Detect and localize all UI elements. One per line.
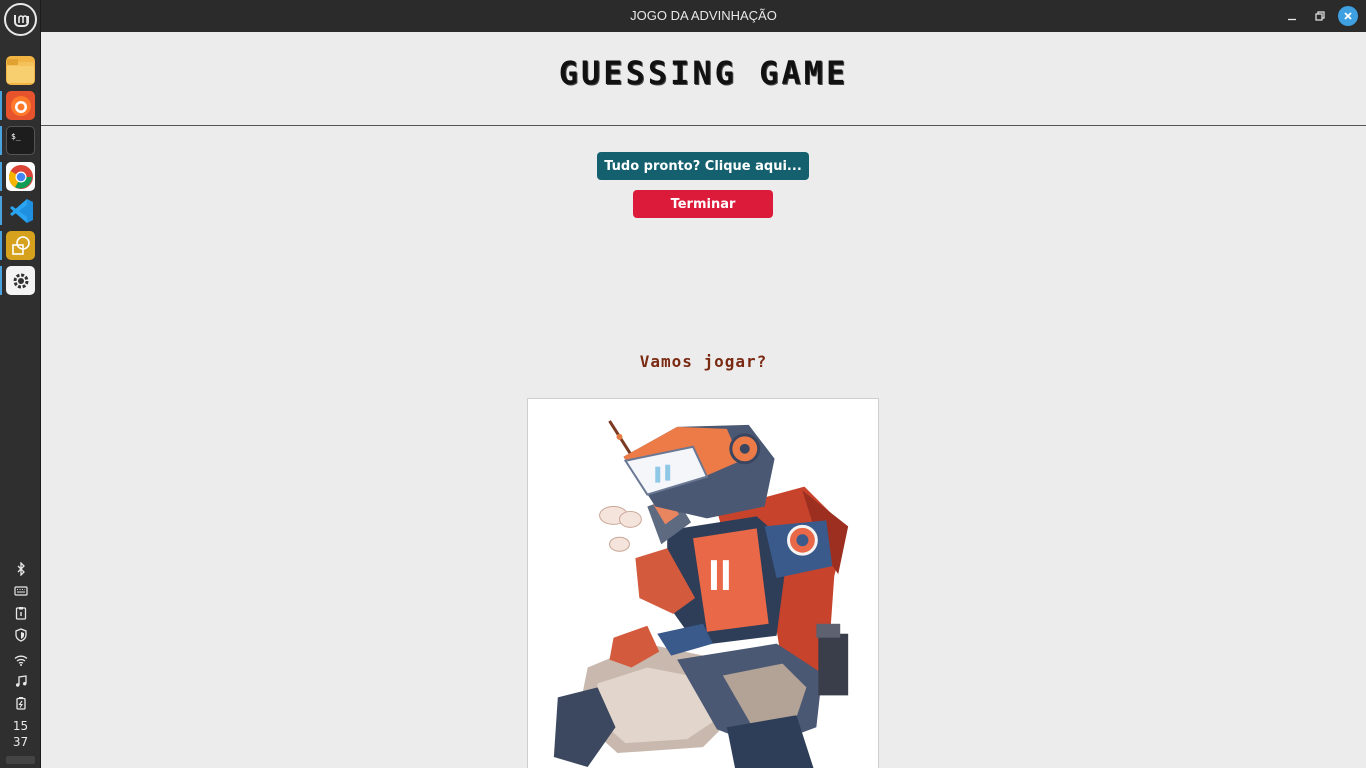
keyboard-icon[interactable] [0, 582, 41, 600]
svg-text:$_: $_ [11, 132, 21, 141]
minimize-button[interactable] [1282, 6, 1302, 26]
mint-menu-icon[interactable] [4, 3, 37, 36]
clock-hour: 15 [12, 719, 29, 733]
clipboard-icon[interactable] [0, 604, 41, 622]
wifi-icon[interactable] [0, 651, 41, 669]
window-titlebar[interactable]: JOGO DA ADVINHAÇÃO [41, 0, 1366, 32]
files-icon[interactable] [6, 56, 35, 85]
terminal-icon[interactable]: $_ [6, 126, 35, 155]
side-panel: $_ 15 37 [0, 0, 41, 768]
close-icon [1344, 12, 1352, 20]
close-button[interactable] [1338, 6, 1358, 26]
end-button[interactable]: Terminar [633, 190, 773, 218]
game-prompt: Vamos jogar? [639, 352, 768, 371]
chrome-icon[interactable] [6, 162, 35, 191]
window-title: JOGO DA ADVINHAÇÃO [630, 8, 777, 23]
settings-icon[interactable] [6, 266, 35, 295]
vscode-icon[interactable] [6, 196, 35, 225]
maximize-button[interactable] [1310, 6, 1330, 26]
clock[interactable]: 15 37 [0, 718, 41, 750]
game-title: GUESSING GAME [558, 54, 849, 92]
shield-icon[interactable] [0, 626, 41, 644]
music-icon[interactable] [0, 672, 41, 690]
robot-illustration [527, 398, 879, 768]
firefox-icon[interactable] [6, 91, 35, 120]
clock-minute: 37 [12, 735, 29, 749]
drawing-icon[interactable] [6, 231, 35, 260]
show-desktop-button[interactable] [6, 756, 35, 764]
app-header: GUESSING GAME [41, 32, 1366, 126]
app-content: GUESSING GAME Tudo pronto? Clique aqui..… [41, 32, 1366, 768]
start-button[interactable]: Tudo pronto? Clique aqui... [597, 152, 809, 180]
bluetooth-icon[interactable] [0, 560, 41, 578]
battery-icon[interactable] [0, 694, 41, 712]
